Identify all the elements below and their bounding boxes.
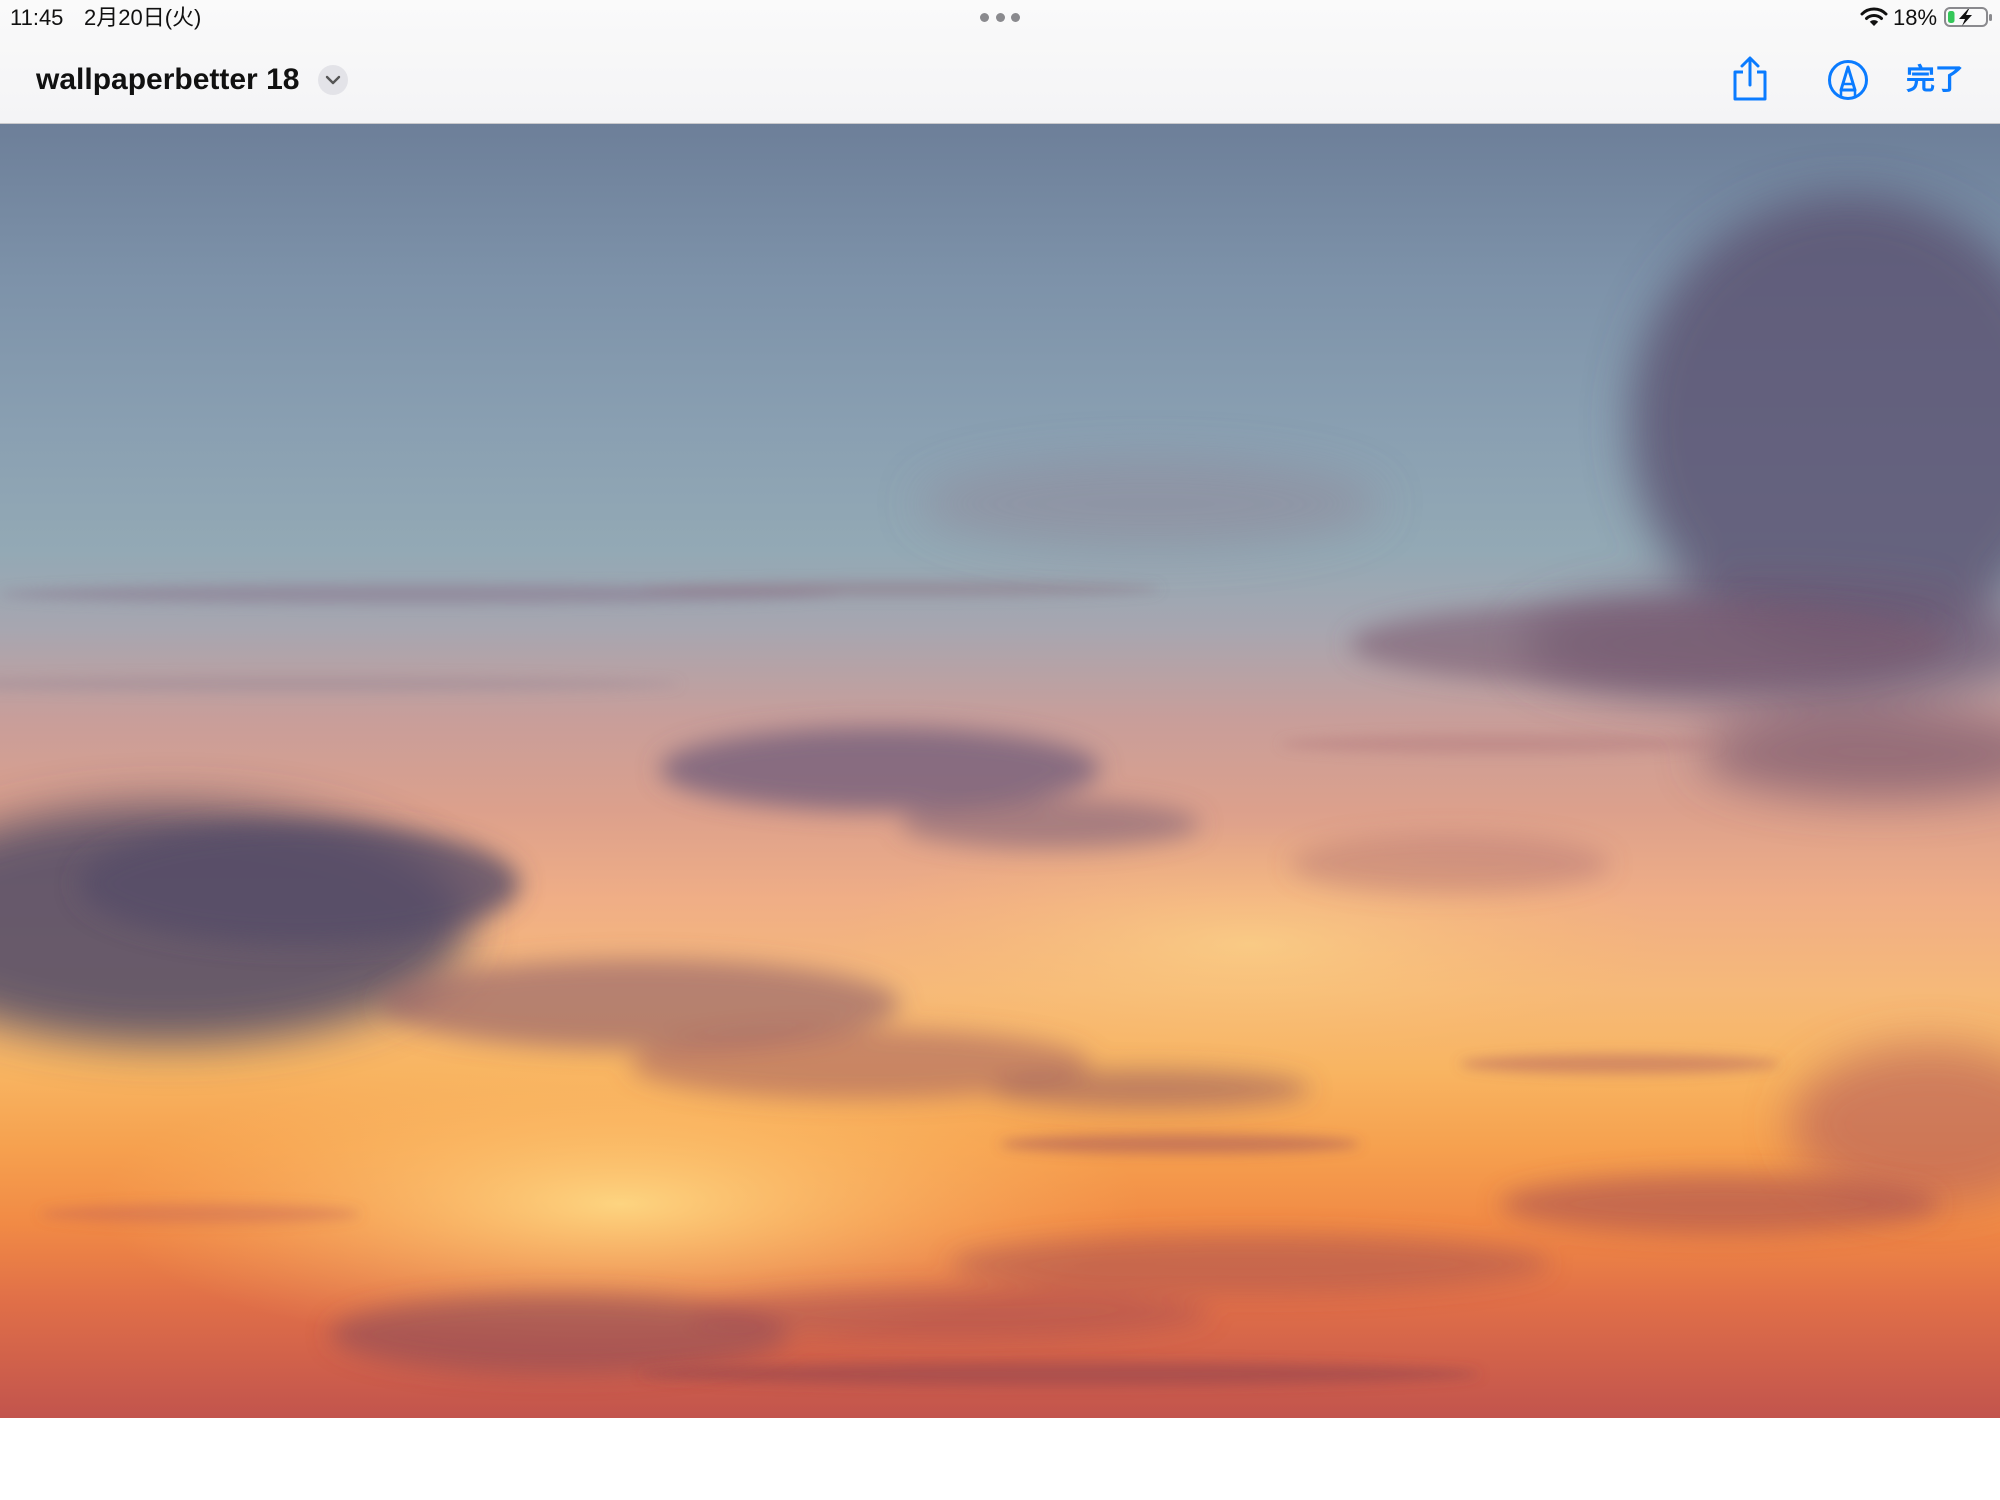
share-button[interactable] — [1728, 54, 1772, 104]
sunset-sky-photo — [0, 194, 2000, 1386]
quick-look-screen: 11:45 2月20日(火) 18% wallpaperbetter 18 完了 — [0, 0, 2000, 1500]
title-menu-button[interactable] — [318, 65, 348, 95]
status-time: 11:45 — [10, 5, 64, 30]
battery-percent: 18% — [1893, 5, 1938, 30]
multitasking-menu-icon[interactable] — [980, 12, 1020, 22]
top-bar: 11:45 2月20日(火) 18% wallpaperbetter 18 完了 — [0, 0, 2000, 124]
document-title[interactable]: wallpaperbetter 18 — [36, 60, 299, 100]
share-icon — [1733, 56, 1767, 101]
photo-preview[interactable] — [0, 124, 2000, 1418]
status-date: 2月20日(火) — [84, 5, 202, 30]
dot — [1011, 12, 1020, 22]
battery-level-fill — [1948, 11, 1955, 23]
dot — [995, 12, 1005, 22]
bottom-blank-area — [0, 1418, 2000, 1500]
dot — [980, 12, 989, 22]
wifi-icon — [1860, 7, 1888, 26]
chevron-down-icon — [325, 75, 341, 85]
done-button[interactable]: 完了 — [1906, 60, 1964, 100]
markup-button[interactable] — [1826, 58, 1870, 102]
markup-pen-icon — [1828, 60, 1868, 100]
battery-charging-icon — [1944, 7, 1992, 27]
